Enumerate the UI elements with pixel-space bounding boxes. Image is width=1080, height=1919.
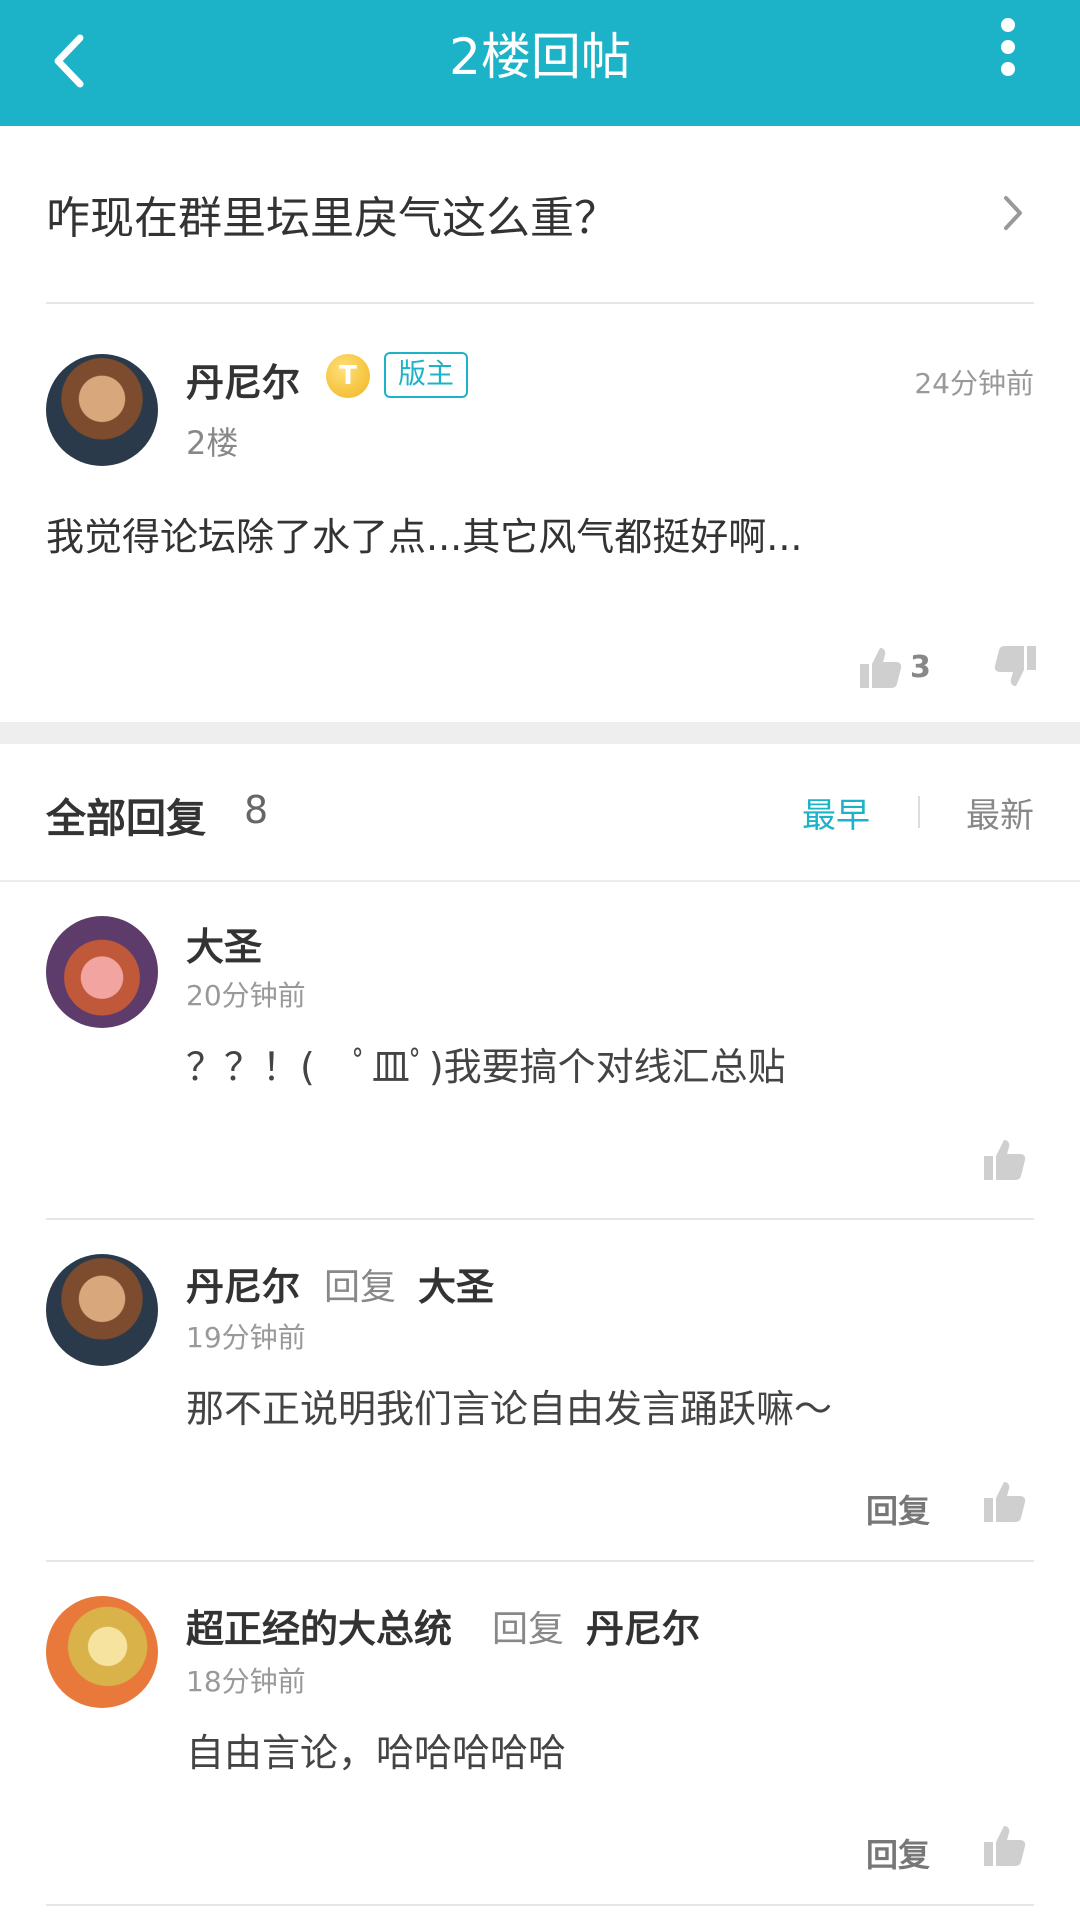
avatar[interactable] [46, 1254, 158, 1366]
divider [0, 880, 1080, 882]
reply-author[interactable]: 丹尼尔 [186, 1256, 300, 1311]
thread-link[interactable]: 咋现在群里坛里戾气这么重？ [0, 126, 1080, 304]
reply-time: 18分钟前 [186, 1665, 306, 1698]
moderator-badge: 版主 [384, 352, 469, 398]
post-vote-row: 3 [0, 640, 1080, 700]
reply-author[interactable]: 大圣 [186, 916, 262, 971]
reply-target[interactable]: 大圣 [418, 1256, 494, 1311]
thumbs-up-icon[interactable] [858, 644, 902, 690]
post-author[interactable]: 丹尼尔 [186, 352, 300, 407]
replies-count: 8 [244, 788, 269, 832]
reply-author[interactable]: 超正经的大总统 [186, 1598, 452, 1653]
avatar[interactable] [46, 916, 158, 1028]
reply-button[interactable]: 回复 [866, 1486, 930, 1532]
reply-content: ？？！( ﾟ皿ﾟ)我要搞个对线汇总贴 [186, 1045, 786, 1089]
reply-content: 那不正说明我们言论自由发言踊跃嘛～ [186, 1387, 833, 1431]
reply-button[interactable]: 回复 [866, 1830, 930, 1876]
thumbs-down-icon[interactable] [994, 644, 1038, 690]
replies-header: 全部回复 8 最早 最新 [0, 744, 1080, 880]
avatar[interactable] [46, 354, 158, 466]
reply-target[interactable]: 丹尼尔 [586, 1598, 700, 1653]
reply-time: 20分钟前 [186, 979, 306, 1012]
thumbs-up-icon[interactable] [982, 1478, 1026, 1524]
thumbs-up-icon[interactable] [982, 1136, 1026, 1182]
post-content: 我觉得论坛除了水了点...其它风气都挺好啊... [46, 515, 803, 559]
reply-time: 19分钟前 [186, 1321, 306, 1354]
replies-title: 全部回复 [46, 796, 206, 842]
floor-label: 2楼 [186, 424, 239, 462]
sort-latest-tab[interactable]: 最新 [966, 788, 1034, 837]
thumbs-up-icon[interactable] [982, 1822, 1026, 1868]
like-count: 3 [910, 650, 931, 685]
reply-content: 自由言论，哈哈哈哈哈 [186, 1731, 567, 1775]
reply-to-label: 回复 [324, 1267, 397, 1308]
divider [46, 1904, 1034, 1906]
top-bar: 2楼回帖 [0, 0, 1080, 126]
more-options-icon[interactable] [996, 18, 1020, 78]
divider [46, 1560, 1034, 1562]
thread-title: 咋现在群里坛里戾气这么重？ [46, 193, 618, 244]
divider [46, 302, 1034, 304]
reply-to-label: 回复 [492, 1609, 565, 1650]
post-time: 24分钟前 [914, 367, 1034, 400]
divider [46, 1218, 1034, 1220]
chevron-right-icon [1004, 196, 1022, 230]
avatar[interactable] [46, 1596, 158, 1708]
page-title: 2楼回帖 [449, 28, 631, 86]
level-badge-icon: T [326, 354, 370, 398]
sort-separator [918, 796, 920, 828]
section-separator [0, 722, 1080, 744]
sort-earliest-tab[interactable]: 最早 [802, 788, 870, 837]
